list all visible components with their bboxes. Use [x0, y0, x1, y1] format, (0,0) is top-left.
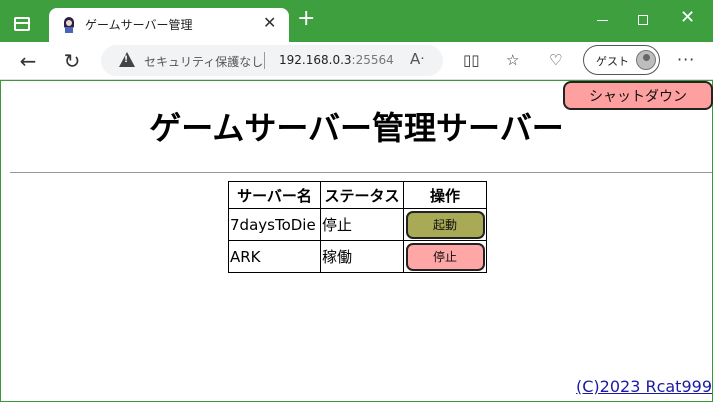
server-name-cell: ARK: [228, 240, 321, 273]
header-server-name: サーバー名: [228, 181, 321, 209]
page-title: ゲームサーバー管理サーバー: [149, 109, 564, 147]
header-action: 操作: [403, 181, 487, 209]
favicon-icon: [62, 17, 76, 33]
security-label: セキュリティ保護なし: [144, 55, 264, 69]
title-bar: ゲームサーバー管理 ✕ + ✕: [0, 0, 713, 42]
server-name-cell: 7daysToDie: [228, 208, 321, 241]
back-arrow-icon[interactable]: ←: [15, 48, 41, 74]
address-bar[interactable]: ! セキュリティ保護なし 192.168.0.3:25564 A͏ᐧ: [101, 45, 443, 76]
close-tab-icon[interactable]: ✕: [263, 13, 276, 32]
maximize-icon[interactable]: [638, 15, 648, 25]
stop-button[interactable]: 停止: [405, 242, 485, 271]
profile-button[interactable]: ゲスト: [583, 45, 660, 75]
copyright-link[interactable]: (C)2023 Rcat999: [576, 377, 712, 396]
header-status: ステータス: [320, 181, 404, 209]
page-content: シャットダウン ゲームサーバー管理サーバー サーバー名 ステータス 操作 7da…: [1, 81, 713, 401]
reload-icon[interactable]: ↻: [59, 48, 85, 74]
window-close-icon[interactable]: ✕: [680, 7, 695, 28]
table-row: 7daysToDie 停止 起動: [228, 208, 487, 241]
tab-actions-icon[interactable]: [14, 17, 30, 31]
start-button[interactable]: 起動: [405, 210, 485, 239]
more-options-icon[interactable]: ···: [677, 50, 695, 69]
tab-title: ゲームサーバー管理: [85, 18, 193, 32]
address-separator: [264, 52, 265, 69]
status-cell: 稼働: [320, 240, 404, 273]
favorites-icon[interactable]: ☆: [506, 51, 519, 69]
address-url[interactable]: 192.168.0.3:25564: [279, 53, 394, 67]
minimize-icon[interactable]: [597, 20, 608, 21]
status-cell: 停止: [320, 208, 404, 241]
browser-tab[interactable]: ゲームサーバー管理 ✕: [49, 8, 289, 42]
new-tab-icon[interactable]: +: [297, 8, 315, 30]
table-header-row: サーバー名 ステータス 操作: [228, 181, 487, 209]
avatar-icon: [636, 50, 656, 70]
guest-label: ゲスト: [596, 55, 629, 68]
split-screen-icon[interactable]: ▯▯: [463, 51, 480, 69]
browser-toolbar: ← ↻ ! セキュリティ保護なし 192.168.0.3:25564 A͏ᐧ ▯…: [0, 42, 713, 80]
server-table: サーバー名 ステータス 操作 7daysToDie 停止 起動 ARK 稼働 停…: [228, 181, 487, 273]
divider: [10, 172, 712, 173]
browser-essentials-icon[interactable]: ♡: [549, 51, 562, 69]
read-aloud-icon[interactable]: A͏ᐧ: [410, 50, 424, 68]
table-row: ARK 稼働 停止: [228, 240, 487, 273]
